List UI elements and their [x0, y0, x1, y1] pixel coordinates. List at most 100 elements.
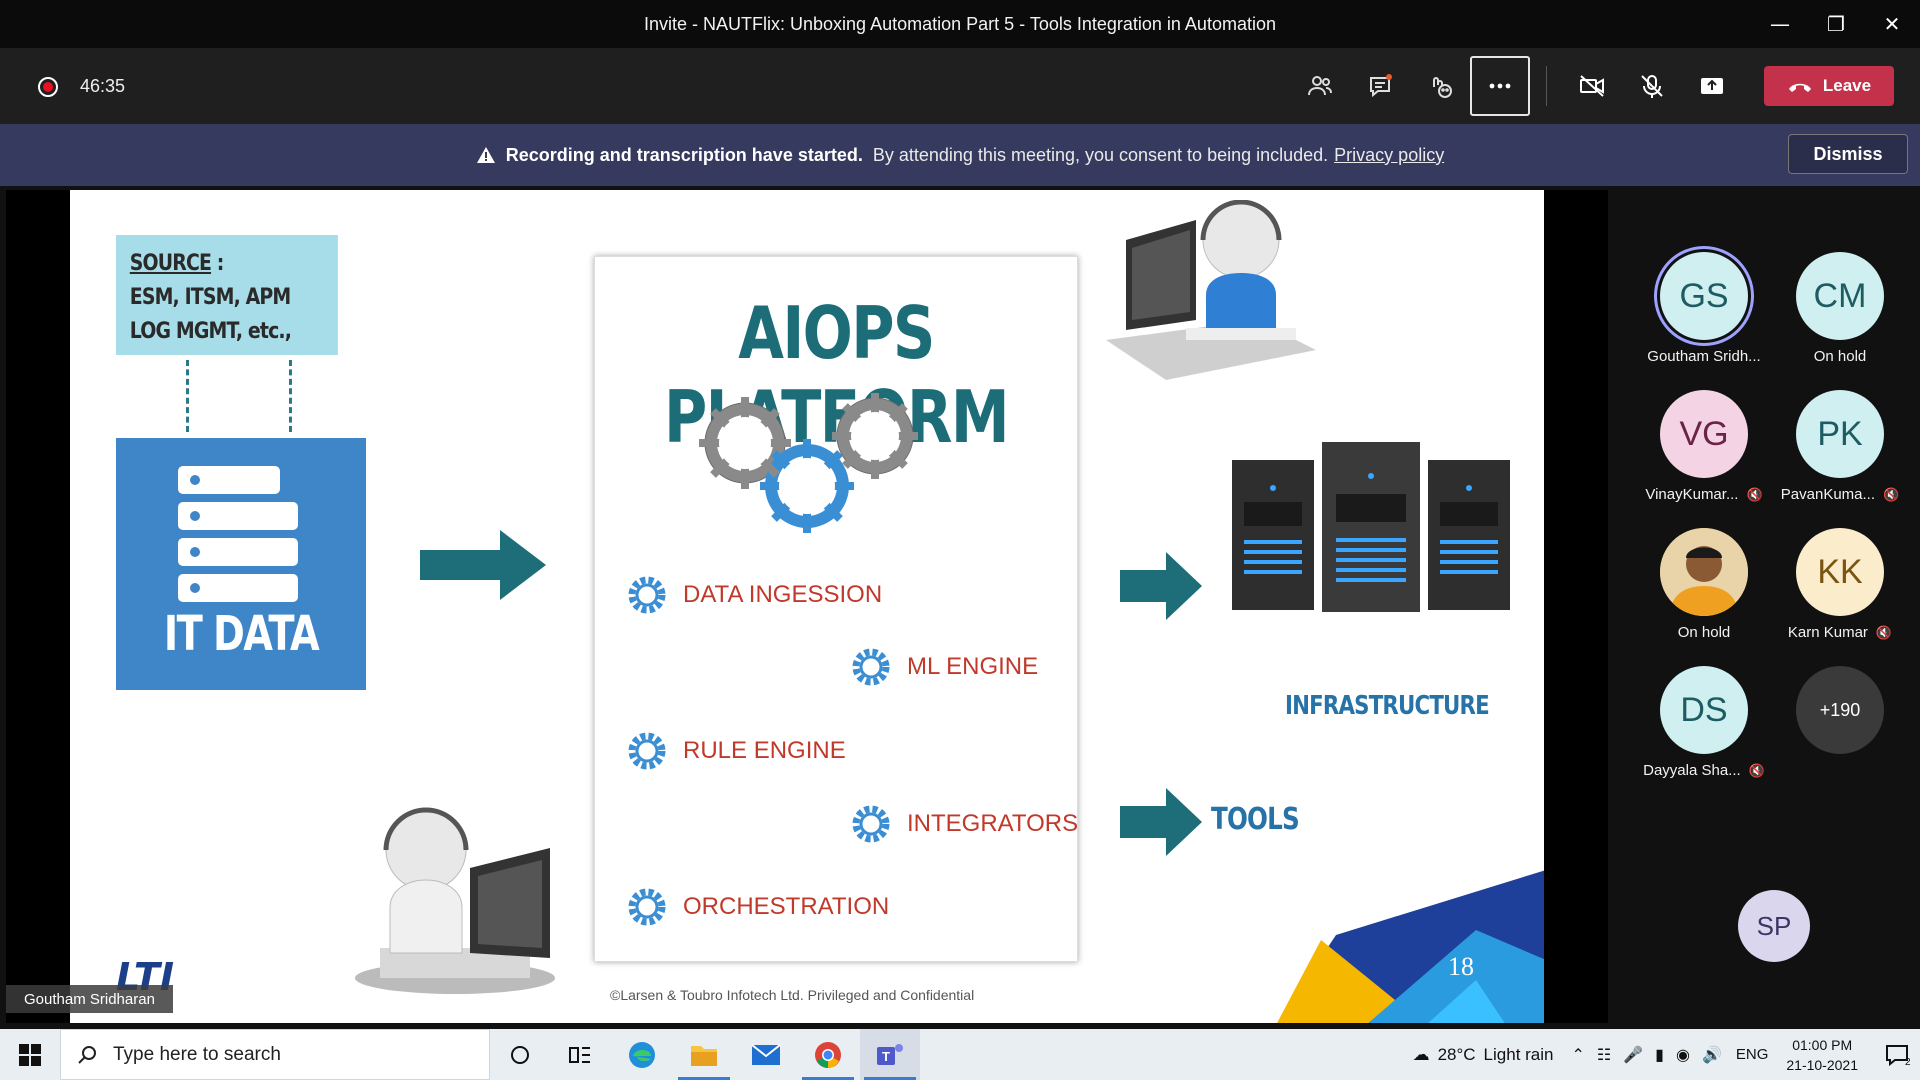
feature-label: ML ENGINE — [907, 653, 1039, 680]
chevron-up-icon[interactable]: ⌃ — [1571, 1045, 1584, 1065]
phone-hangup-icon — [1788, 83, 1811, 92]
windows-start-icon[interactable] — [0, 1029, 60, 1080]
source-box: SOURCE : ESM, ITSM, APM LOG MGMT, etc., — [116, 235, 338, 355]
meeting-toolbar: 46:35 Leave — [0, 48, 1920, 124]
avatar: VG — [1660, 390, 1748, 478]
clock-date: 21-10-2021 — [1786, 1056, 1858, 1073]
avatar: KK — [1796, 528, 1884, 616]
self-view[interactable]: SP — [1704, 890, 1844, 962]
gear-icon — [628, 888, 666, 926]
notification-icon[interactable]: 2 — [1876, 1043, 1920, 1067]
feature-ml-engine: ML ENGINE — [849, 645, 1038, 689]
toolbar-divider — [1546, 66, 1547, 106]
chat-icon[interactable] — [1356, 62, 1404, 110]
servers-icon — [1232, 442, 1510, 612]
mail-icon[interactable] — [736, 1029, 796, 1080]
privacy-policy-link[interactable]: Privacy policy — [1334, 145, 1444, 166]
reactions-icon[interactable] — [1416, 62, 1464, 110]
mic-off-icon: 🔇 — [1875, 624, 1893, 640]
language-indicator[interactable]: ENG — [1736, 1046, 1769, 1063]
participant-tile[interactable]: CM On hold — [1770, 252, 1910, 365]
restore-icon[interactable]: ❐ — [1808, 0, 1864, 48]
source-colon: : — [216, 251, 225, 276]
cortana-icon[interactable] — [490, 1029, 550, 1080]
decorative-shape — [1277, 870, 1544, 1023]
wifi-icon[interactable]: ◉ — [1676, 1045, 1690, 1065]
dismiss-button[interactable]: Dismiss — [1788, 134, 1908, 174]
teams-icon[interactable]: T — [860, 1029, 920, 1080]
aiops-platform-panel: AIOPS PLATFORM DATA INGESSION ML ENGINE … — [594, 256, 1078, 962]
it-data-label: IT DATA — [163, 606, 320, 662]
search-placeholder: Type here to search — [113, 1043, 281, 1065]
gear-icon — [628, 576, 666, 614]
more-participants-count: +190 — [1796, 666, 1884, 754]
participant-name: VinayKumar... — [1645, 486, 1739, 503]
feature-rule-engine: RULE ENGINE — [625, 729, 846, 773]
clock-time: 01:00 PM — [1792, 1036, 1853, 1053]
gears-icon — [699, 393, 918, 533]
feature-data-ingession: DATA INGESSION — [625, 573, 882, 617]
camera-off-icon[interactable] — [1568, 62, 1616, 110]
task-view-icon[interactable] — [550, 1029, 610, 1080]
feature-label: INTEGRATORS — [907, 810, 1079, 837]
support-agent-icon — [355, 807, 555, 994]
people-icon[interactable] — [1296, 62, 1344, 110]
infrastructure-label: INFRASTRUCTURE — [1285, 691, 1490, 721]
participant-tile[interactable]: GS Goutham Sridh... — [1634, 252, 1774, 365]
connector-line — [289, 360, 292, 432]
minimize-icon[interactable]: — — [1752, 0, 1808, 48]
window-controls: — ❐ ✕ — [1752, 0, 1920, 48]
avatar: CM — [1796, 252, 1884, 340]
participant-tile[interactable]: KK Karn Kumar 🔇 — [1770, 528, 1910, 641]
close-icon[interactable]: ✕ — [1864, 0, 1920, 48]
avatar: SP — [1738, 890, 1810, 962]
weather-widget[interactable]: ☁ 28°C Light rain — [1413, 1045, 1554, 1065]
taskbar-search-input[interactable]: Type here to search — [60, 1029, 490, 1080]
mic-off-icon: 🔇 — [1883, 486, 1900, 502]
feature-label: RULE ENGINE — [683, 737, 846, 764]
edge-icon[interactable] — [612, 1029, 672, 1080]
battery-icon[interactable]: ▮ — [1655, 1045, 1664, 1065]
participant-tile[interactable]: PK PavanKuma... 🔇 — [1770, 390, 1910, 503]
mic-off-icon: 🔇 — [1748, 762, 1765, 778]
microphone-icon[interactable]: 🎤 — [1623, 1045, 1643, 1065]
connector-line — [186, 360, 189, 432]
banner-bold-text: Recording and transcription have started… — [505, 144, 863, 165]
leave-button[interactable]: Leave — [1764, 66, 1894, 106]
share-icon[interactable] — [1688, 62, 1736, 110]
chrome-icon[interactable] — [798, 1029, 858, 1080]
more-icon[interactable] — [1470, 56, 1530, 116]
participant-tile[interactable]: VG VinayKumar... 🔇 — [1634, 390, 1774, 503]
banner-text: By attending this meeting, you consent t… — [872, 144, 1329, 165]
gear-icon — [628, 732, 666, 770]
source-line-2: LOG MGMT, etc., — [129, 319, 292, 344]
arrow-right-icon — [1120, 552, 1202, 620]
participant-tile[interactable]: On hold — [1634, 528, 1774, 641]
avatar: GS — [1660, 252, 1748, 340]
weather-text: Light rain — [1483, 1044, 1554, 1064]
clock[interactable]: 01:00 PM 21-10-2021 — [1786, 1035, 1858, 1075]
presentation-slide: SOURCE : ESM, ITSM, APM LOG MGMT, etc., … — [70, 190, 1544, 1023]
search-icon — [78, 1045, 96, 1064]
arrow-right-icon — [420, 530, 546, 600]
participant-name: Goutham Sridh... — [1647, 348, 1761, 365]
recording-icon — [38, 77, 58, 97]
windows-taskbar: Type here to search T ☁ 28°C Light rain … — [0, 1029, 1920, 1080]
meeting-tray-icon[interactable]: ☷ — [1597, 1045, 1611, 1065]
volume-icon[interactable]: 🔊 — [1702, 1045, 1722, 1065]
feature-label: DATA INGESSION — [683, 581, 883, 608]
file-explorer-icon[interactable] — [674, 1029, 734, 1080]
more-participants[interactable]: +190 — [1770, 666, 1910, 754]
participant-tile[interactable]: DS Dayyala Sha... 🔇 — [1634, 666, 1774, 779]
avatar: DS — [1660, 666, 1748, 754]
mic-off-icon[interactable] — [1628, 62, 1676, 110]
source-label: SOURCE — [129, 251, 212, 276]
slide-number: 18 — [1448, 952, 1474, 981]
participant-name: PavanKuma... — [1780, 486, 1876, 503]
arrow-right-icon — [1120, 788, 1202, 856]
tools-label: TOOLS — [1211, 802, 1300, 837]
avatar-photo — [1660, 528, 1748, 616]
participants-panel: GS Goutham Sridh... CM On hold VG VinayK… — [1612, 190, 1920, 1023]
feature-integrators: INTEGRATORS — [849, 802, 1078, 846]
title-bar: Invite - NAUTFlix: Unboxing Automation P… — [0, 0, 1920, 48]
